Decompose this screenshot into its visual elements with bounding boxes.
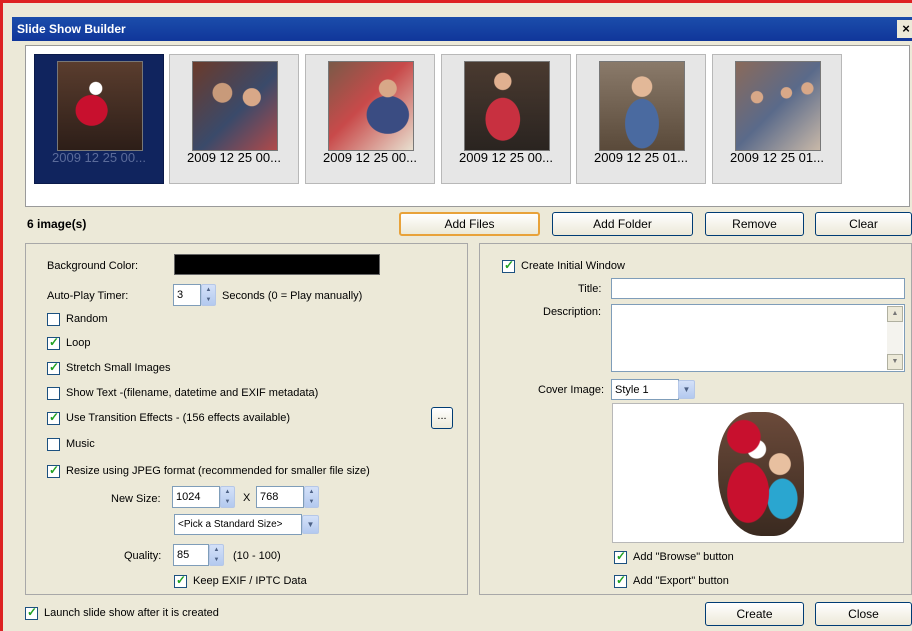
thumbnail-image: [57, 61, 143, 151]
add-browse-button-checkbox[interactable]: [614, 549, 627, 564]
quality-spinner[interactable]: ▲ ▼: [209, 544, 224, 566]
thumbnail-item[interactable]: 2009 12 25 01...: [576, 54, 706, 184]
keep-exif-checkbox[interactable]: [174, 573, 187, 588]
thumbnail-image: [328, 61, 414, 151]
thumbnail-label: 2009 12 25 00...: [323, 150, 417, 165]
size-separator: X: [243, 492, 251, 504]
title-input[interactable]: [611, 278, 905, 299]
remove-button[interactable]: Remove: [705, 212, 804, 236]
description-scrollbar[interactable]: ▲ ▼: [887, 306, 903, 370]
cover-image-art: [718, 412, 804, 536]
thumbnail-item[interactable]: 2009 12 25 00...: [441, 54, 571, 184]
autoplay-timer-input[interactable]: 3: [173, 284, 201, 306]
add-export-button-label: Add "Export" button: [633, 575, 729, 587]
create-initial-window-label: Create Initial Window: [521, 260, 625, 272]
transition-effects-more-button[interactable]: ...: [431, 407, 453, 429]
add-export-button-checkbox[interactable]: [614, 573, 627, 588]
chevron-down-icon[interactable]: ▼: [302, 515, 319, 534]
transition-effects-checkbox[interactable]: [47, 410, 60, 425]
description-label: Description:: [543, 306, 602, 318]
quality-input[interactable]: 85: [173, 544, 209, 566]
thumbnail-image: [464, 61, 550, 151]
scroll-down-icon[interactable]: ▼: [887, 354, 903, 370]
background-color-swatch[interactable]: [174, 254, 380, 275]
loop-checkbox[interactable]: [47, 335, 60, 350]
height-spinner[interactable]: ▲ ▼: [304, 486, 319, 508]
resize-jpeg-label: Resize using JPEG format (recommended fo…: [66, 465, 370, 477]
random-label: Random: [66, 313, 108, 325]
quality-hint: (10 - 100): [233, 550, 281, 562]
stretch-small-images-label: Stretch Small Images: [66, 362, 171, 374]
image-count: 6 image(s): [27, 217, 87, 231]
background-color-label: Background Color:: [47, 260, 139, 272]
transition-effects-label: Use Transition Effects - (156 effects av…: [66, 412, 290, 424]
music-checkbox[interactable]: [47, 438, 60, 451]
close-button[interactable]: Close: [815, 602, 912, 626]
add-folder-button[interactable]: Add Folder: [552, 212, 693, 236]
thumbnail-item[interactable]: 2009 12 25 00...: [34, 54, 164, 184]
thumbnail-label: 2009 12 25 00...: [459, 150, 553, 165]
new-size-label: New Size:: [111, 493, 161, 505]
title-bar: Slide Show Builder ×: [12, 17, 912, 41]
thumbnail-image: [599, 61, 685, 151]
close-icon[interactable]: ×: [897, 20, 912, 38]
show-text-label: Show Text -(filename, datetime and EXIF …: [66, 387, 319, 399]
launch-slideshow-checkbox[interactable]: [25, 605, 38, 620]
standard-size-select[interactable]: <Pick a Standard Size>: [174, 514, 302, 535]
random-checkbox[interactable]: [47, 313, 60, 326]
cover-image-preview: [612, 403, 904, 543]
keep-exif-label: Keep EXIF / IPTC Data: [193, 575, 307, 587]
window-title: Slide Show Builder: [17, 22, 126, 36]
scroll-up-icon[interactable]: ▲: [887, 306, 903, 322]
launch-slideshow-label: Launch slide show after it is created: [44, 607, 219, 619]
thumbnail-item[interactable]: 2009 12 25 00...: [169, 54, 299, 184]
width-input[interactable]: 1024: [172, 486, 220, 508]
height-input[interactable]: 768: [256, 486, 304, 508]
create-initial-window-checkbox[interactable]: [502, 258, 515, 273]
loop-label: Loop: [66, 337, 91, 349]
title-label: Title:: [578, 283, 602, 295]
cover-image-label: Cover Image:: [538, 384, 605, 396]
create-button[interactable]: Create: [705, 602, 804, 626]
thumbnail-label: 2009 12 25 01...: [730, 150, 824, 165]
show-text-checkbox[interactable]: [47, 387, 60, 400]
slide-show-builder-window: Slide Show Builder × 2009 12 25 00... 20…: [0, 0, 912, 631]
autoplay-timer-hint: Seconds (0 = Play manually): [222, 290, 363, 302]
quality-label: Quality:: [124, 550, 162, 562]
thumbnail-label: 2009 12 25 00...: [52, 150, 146, 165]
description-textarea[interactable]: ▲ ▼: [611, 304, 905, 372]
thumbnail-label: 2009 12 25 00...: [187, 150, 281, 165]
clear-button[interactable]: Clear: [815, 212, 912, 236]
autoplay-timer-spinner[interactable]: ▲ ▼: [201, 284, 216, 306]
thumbnail-image: [192, 61, 278, 151]
image-gallery[interactable]: 2009 12 25 00... 2009 12 25 00... 2009 1…: [25, 45, 910, 207]
music-label: Music: [66, 438, 95, 450]
thumbnail-item[interactable]: 2009 12 25 01...: [712, 54, 842, 184]
resize-jpeg-checkbox[interactable]: [47, 463, 60, 478]
add-files-button[interactable]: Add Files: [399, 212, 540, 236]
autoplay-timer-label: Auto-Play Timer:: [47, 290, 129, 302]
stretch-small-images-checkbox[interactable]: [47, 360, 60, 375]
thumbnail-image: [735, 61, 821, 151]
thumbnail-label: 2009 12 25 01...: [594, 150, 688, 165]
add-browse-button-label: Add "Browse" button: [633, 551, 734, 563]
cover-image-select[interactable]: Style 1: [611, 379, 679, 400]
width-spinner[interactable]: ▲ ▼: [220, 486, 235, 508]
thumbnail-item[interactable]: 2009 12 25 00...: [305, 54, 435, 184]
chevron-down-icon[interactable]: ▼: [678, 380, 695, 399]
